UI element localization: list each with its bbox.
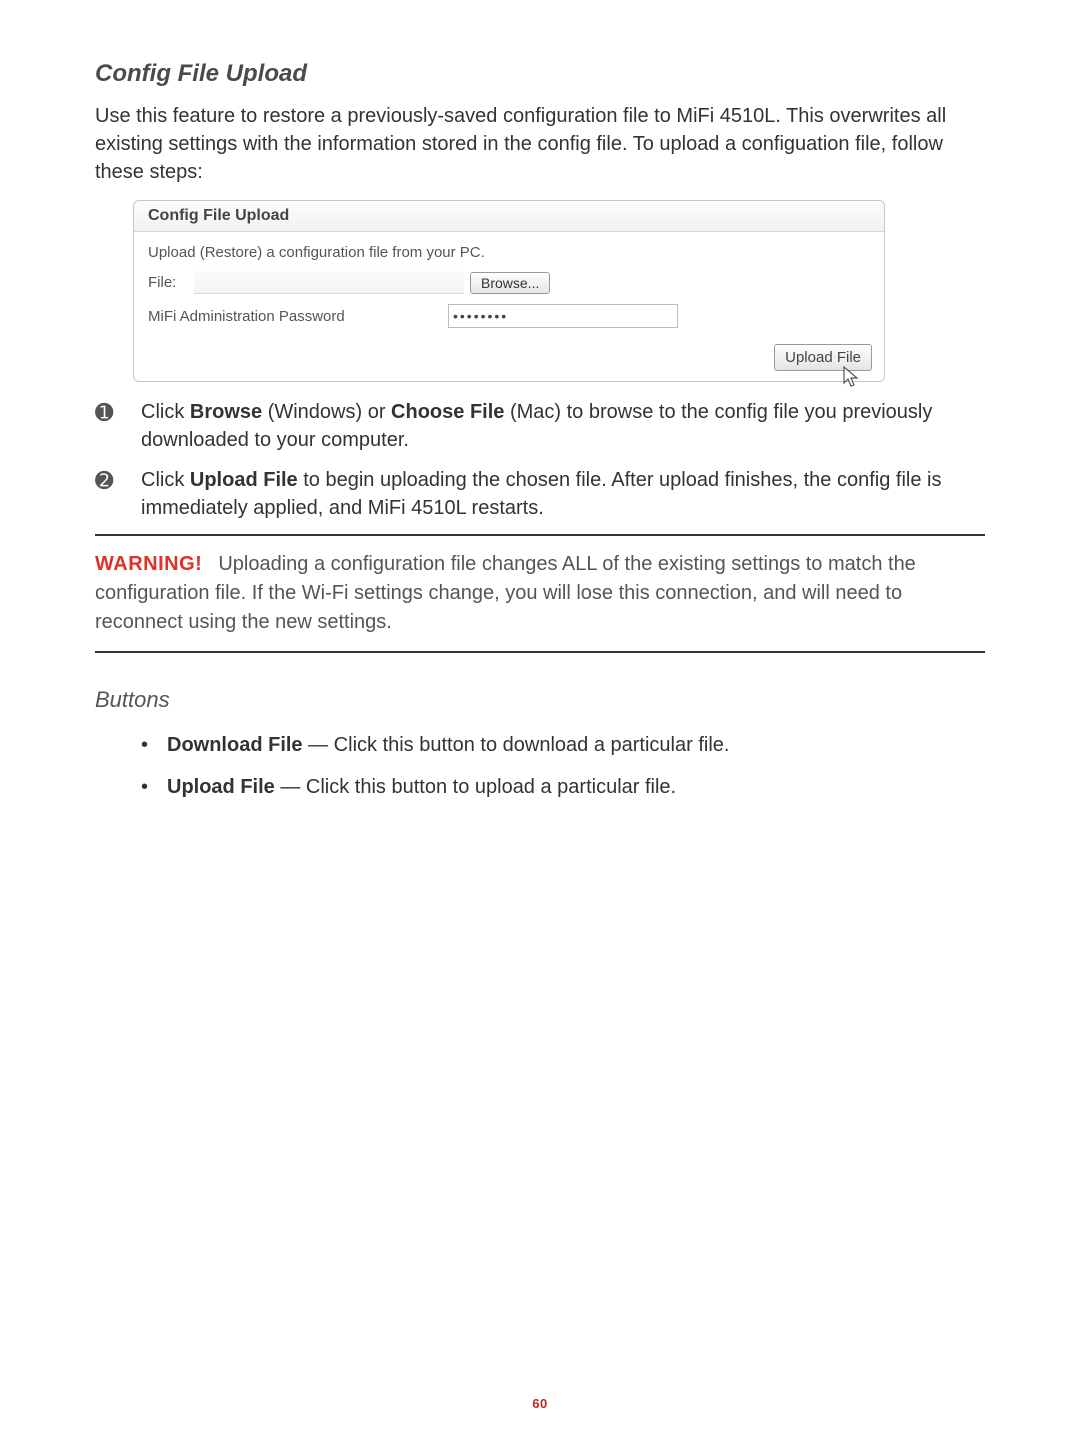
- step-bold: Browse: [190, 401, 262, 423]
- list-item: Download File — Click this button to dow…: [141, 731, 985, 759]
- page-number: 60: [0, 1396, 1080, 1411]
- step-bold: Choose File: [391, 401, 504, 423]
- password-label: MiFi Administration Password: [148, 308, 448, 325]
- step-text: Click: [141, 469, 190, 491]
- panel-title: Config File Upload: [134, 201, 884, 232]
- divider: [95, 534, 985, 536]
- buttons-heading: Buttons: [95, 687, 985, 713]
- button-name: Upload File: [167, 776, 275, 798]
- file-path-input[interactable]: [194, 271, 464, 294]
- warning-block: WARNING!Uploading a configuration file c…: [95, 548, 985, 639]
- file-label: File:: [148, 274, 194, 291]
- step-2: ➋ Click Upload File to begin uploading t…: [95, 466, 985, 522]
- list-item: Upload File — Click this button to uploa…: [141, 773, 985, 801]
- button-desc: — Click this button to upload a particul…: [275, 776, 676, 798]
- warning-text: Uploading a configuration file changes A…: [95, 553, 916, 633]
- steps-list: ➊ Click Browse (Windows) or Choose File …: [95, 398, 985, 522]
- buttons-list: Download File — Click this button to dow…: [95, 731, 985, 801]
- step-1: ➊ Click Browse (Windows) or Choose File …: [95, 398, 985, 454]
- section-heading: Config File Upload: [95, 60, 985, 88]
- step-marker: ➋: [95, 466, 141, 522]
- browse-button[interactable]: Browse...: [470, 272, 550, 294]
- step-bold: Upload File: [190, 469, 298, 491]
- intro-paragraph: Use this feature to restore a previously…: [95, 102, 985, 186]
- password-input[interactable]: ••••••••: [448, 304, 678, 328]
- config-upload-panel: Config File Upload Upload (Restore) a co…: [133, 200, 885, 382]
- button-desc: — Click this button to download a partic…: [303, 734, 730, 756]
- cursor-icon: [842, 365, 862, 389]
- button-name: Download File: [167, 734, 303, 756]
- step-marker: ➊: [95, 398, 141, 454]
- panel-description: Upload (Restore) a configuration file fr…: [148, 244, 870, 261]
- divider: [95, 651, 985, 653]
- step-text: Click: [141, 401, 190, 423]
- warning-label: WARNING!: [95, 553, 202, 575]
- step-text: (Windows) or: [262, 401, 391, 423]
